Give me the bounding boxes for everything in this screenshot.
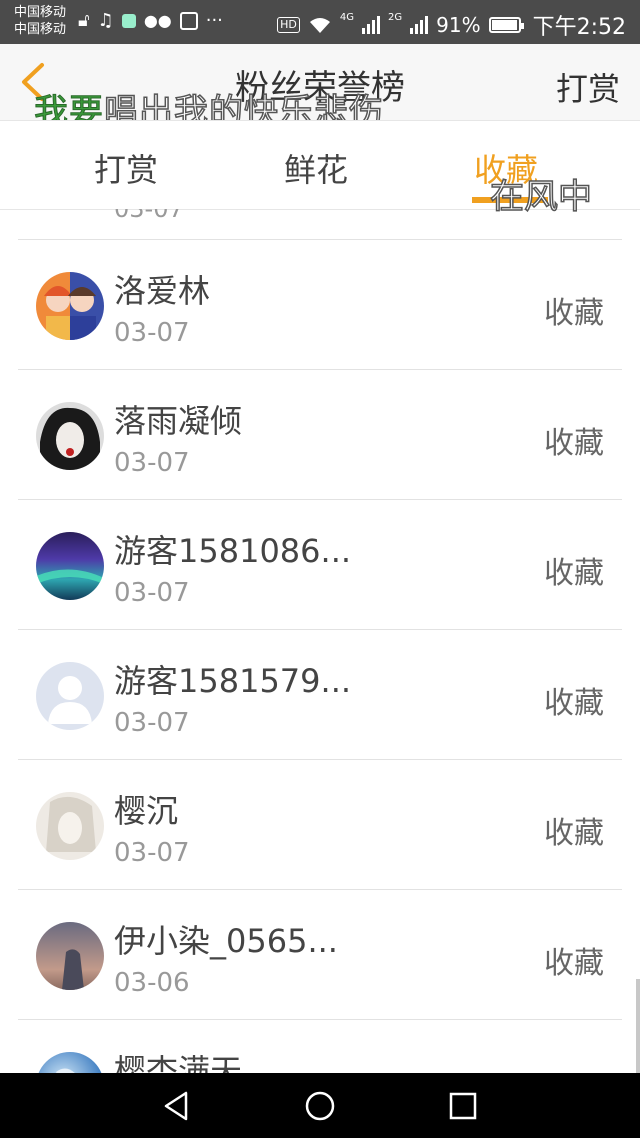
- carrier-2: 中国移动: [14, 22, 67, 37]
- avatar[interactable]: [36, 402, 104, 470]
- list-item-date: 03-07: [114, 448, 190, 478]
- status-bar: 中国移动 中国移动 🔓︎ ♫ ●● ··· HD 4G 2G 91% 下午2:5…: [0, 0, 640, 44]
- list-item-name: 游客1581086...: [114, 532, 352, 570]
- avatar[interactable]: [36, 532, 104, 600]
- list-item[interactable]: 伊小染_0565... 03-06 收藏: [18, 890, 622, 1020]
- list-item-date: 03-07: [114, 838, 190, 868]
- home-icon[interactable]: [303, 1089, 337, 1123]
- avatar[interactable]: [36, 922, 104, 990]
- tab-bar: 打赏 鲜花 收藏 在风中: [0, 120, 640, 218]
- list-item-name: 洛爱林: [114, 272, 211, 310]
- list-item[interactable]: 落雨凝倾 03-07 收藏: [18, 370, 622, 500]
- list-item-action: 收藏: [544, 816, 604, 851]
- clock: 下午2:52: [532, 15, 626, 40]
- list-item-name: 游客1581579...: [114, 662, 352, 700]
- wifi-icon: [309, 18, 330, 33]
- anime-couple-avatar-icon: [44, 286, 96, 340]
- list-item-date: 03-07: [114, 578, 190, 608]
- list-item-action: 收藏: [544, 686, 604, 721]
- dusk-figure-avatar-icon: [62, 949, 84, 990]
- list-item-date: 03-07: [114, 209, 184, 223]
- list-item-date: 03-07: [114, 708, 190, 738]
- more-icon: ···: [205, 10, 223, 31]
- net-4g-label: 4G: [339, 11, 355, 23]
- list-item-partial: 03-07: [18, 209, 622, 240]
- battery-percent: 91%: [436, 13, 481, 37]
- fan-list: 03-07 洛爱林 03-07 收藏 落雨凝倾 03-07 收藏 游客15810…: [0, 209, 640, 1073]
- music-icon: ♫: [97, 10, 114, 31]
- battery-icon: [488, 17, 524, 33]
- sketch-girl-avatar-icon: [46, 796, 96, 852]
- list-item-action: 收藏: [544, 296, 604, 331]
- tab-flowers[interactable]: 鲜花: [284, 145, 348, 191]
- list-item[interactable]: 游客1581086... 03-07 收藏: [18, 500, 622, 630]
- list-item-name: 樱杏满天: [114, 1052, 243, 1073]
- list-item[interactable]: 游客1581579... 03-07 收藏: [18, 630, 622, 760]
- scrollbar[interactable]: [636, 979, 640, 1073]
- reward-button[interactable]: 打赏: [556, 64, 620, 110]
- avatar[interactable]: [36, 792, 104, 860]
- list-item-date: 03-06: [114, 968, 190, 998]
- list-item-action: 收藏: [544, 426, 604, 461]
- list-item[interactable]: 樱杏满天 收藏: [18, 1020, 622, 1073]
- list-item-name: 樱沉: [114, 792, 179, 830]
- app-icon: [121, 14, 136, 28]
- system-nav-bar: [0, 1073, 640, 1138]
- carrier-1: 中国移动: [14, 5, 67, 20]
- avatar[interactable]: [36, 272, 104, 340]
- avatar[interactable]: [36, 1052, 104, 1073]
- list-item-name: 伊小染_0565...: [114, 922, 338, 960]
- wechat-icon: ●●: [143, 11, 172, 30]
- aurora-avatar-icon: [36, 569, 104, 584]
- app2-icon: [179, 12, 198, 30]
- signal-icon-2: [410, 16, 429, 34]
- hd-icon: HD: [277, 17, 300, 33]
- dark-anime-avatar-icon: [40, 407, 100, 470]
- list-item[interactable]: 樱沉 03-07 收藏: [18, 760, 622, 890]
- list-item-action: 收藏: [544, 946, 604, 981]
- notification-icons: 🔓︎ ♫ ●● ···: [78, 10, 223, 32]
- signal-icon: [362, 16, 381, 34]
- net-2g-label: 2G: [388, 11, 403, 23]
- back-icon[interactable]: [160, 1089, 194, 1123]
- earth-avatar-icon: [56, 1068, 75, 1073]
- lock-icon: 🔓︎: [78, 10, 90, 31]
- default-user-icon: [48, 676, 92, 724]
- list-item-name: 落雨凝倾: [114, 402, 243, 440]
- recent-apps-icon[interactable]: [446, 1089, 480, 1123]
- list-item-date: 03-07: [114, 318, 190, 348]
- tab-reward[interactable]: 打赏: [94, 145, 158, 191]
- status-right: HD 4G 2G 91% 下午2:52: [277, 9, 626, 41]
- list-item-action: 收藏: [544, 556, 604, 591]
- avatar[interactable]: [36, 662, 104, 730]
- top-bar: 粉丝荣誉榜 打赏 我要唱出我的快乐悲伤: [0, 44, 640, 133]
- carrier-info: 中国移动 中国移动: [14, 4, 66, 38]
- list-item[interactable]: 洛爱林 03-07 收藏: [18, 240, 622, 370]
